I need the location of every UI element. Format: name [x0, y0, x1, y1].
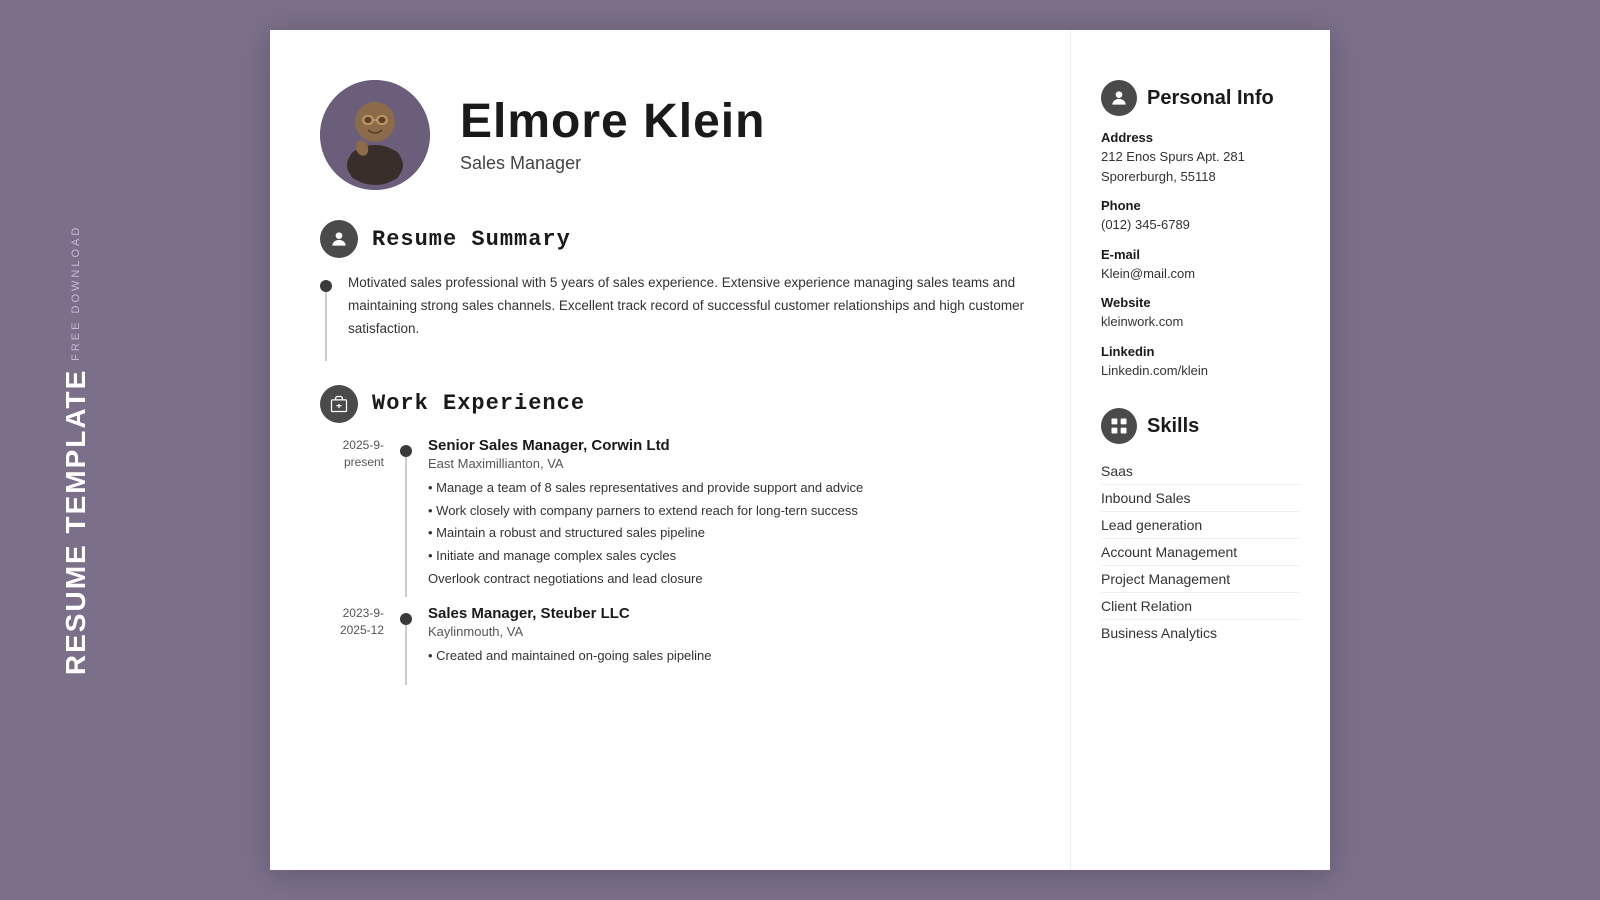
user-icon — [1109, 88, 1129, 108]
resume-summary-icon — [320, 220, 358, 258]
grid-icon — [1109, 416, 1129, 436]
person-icon — [329, 229, 349, 249]
personal-info-header: Personal Info — [1101, 80, 1300, 116]
phone-label: Phone — [1101, 198, 1300, 213]
linkedin-block: Linkedin Linkedin.com/klein — [1101, 344, 1300, 381]
job-2-dot — [400, 613, 412, 625]
skill-item-3: Account Management — [1101, 539, 1300, 566]
summary-text: Motivated sales professional with 5 year… — [348, 272, 1030, 341]
work-experience-header: Work Experience — [320, 385, 1030, 423]
skills-icon — [1101, 408, 1137, 444]
person-name: Elmore Klein — [460, 96, 765, 149]
skill-item-2: Lead generation — [1101, 512, 1300, 539]
job-1-location: East Maximillianton, VA — [428, 456, 1030, 471]
email-label: E-mail — [1101, 247, 1300, 262]
timeline-dot — [320, 280, 332, 292]
job-2-bullets: • Created and maintained on-going sales … — [428, 645, 1030, 668]
person-title: Sales Manager — [460, 153, 765, 174]
skill-item-1: Inbound Sales — [1101, 485, 1300, 512]
avatar — [320, 80, 430, 190]
side-label: FREE DOWNLOAD RESUME TEMPLATE — [60, 225, 92, 676]
timeline-line — [320, 272, 332, 361]
job-2-title: Sales Manager, Steuber LLC — [428, 605, 1030, 622]
linkedin-label: Linkedin — [1101, 344, 1300, 359]
skills-title: Skills — [1147, 415, 1199, 438]
avatar-image — [320, 80, 430, 190]
resume-summary-header: Resume Summary — [320, 220, 1030, 258]
summary-item: Motivated sales professional with 5 year… — [320, 272, 1030, 361]
job-1-row: 2025-9- present Senior Sales Manager, Co… — [320, 437, 1030, 597]
skills-section: Skills Saas Inbound Sales Lead generatio… — [1101, 408, 1300, 646]
website-value: kleinwork.com — [1101, 312, 1300, 332]
skill-item-6: Business Analytics — [1101, 620, 1300, 646]
job-2-location: Kaylinmouth, VA — [428, 624, 1030, 639]
skill-item-4: Project Management — [1101, 566, 1300, 593]
job-1-dot — [400, 445, 412, 457]
personal-info-icon — [1101, 80, 1137, 116]
free-download-label: FREE DOWNLOAD — [70, 225, 82, 361]
address-line1: 212 Enos Spurs Apt. 281 — [1101, 147, 1300, 167]
address-label: Address — [1101, 130, 1300, 145]
resume-summary-title: Resume Summary — [372, 227, 571, 252]
work-experience-section: Work Experience 2025-9- present Senior S… — [320, 385, 1030, 685]
background: FREE DOWNLOAD RESUME TEMPLATE — [0, 0, 1600, 900]
email-block: E-mail Klein@mail.com — [1101, 247, 1300, 284]
work-experience-title: Work Experience — [372, 391, 585, 416]
summary-content: Motivated sales professional with 5 year… — [348, 272, 1030, 361]
summary-timeline: Motivated sales professional with 5 year… — [320, 272, 1030, 361]
name-title-block: Elmore Klein Sales Manager — [460, 96, 765, 174]
sidebar: Personal Info Address 212 Enos Spurs Apt… — [1070, 30, 1330, 870]
email-value: Klein@mail.com — [1101, 264, 1300, 284]
job-1-entry: Senior Sales Manager, Corwin Ltd East Ma… — [428, 437, 1030, 591]
job-2-vert — [405, 625, 407, 685]
job-2-timeline-line — [400, 605, 412, 685]
job-2-date: 2023-9- 2025-12 — [320, 605, 400, 639]
personal-info-section: Personal Info Address 212 Enos Spurs Apt… — [1101, 80, 1300, 380]
resume-paper: Elmore Klein Sales Manager Resume Summar… — [270, 30, 1330, 870]
address-line2: Sporerburgh, 55118 — [1101, 167, 1300, 187]
address-block: Address 212 Enos Spurs Apt. 281 Sporerbu… — [1101, 130, 1300, 186]
website-label: Website — [1101, 295, 1300, 310]
linkedin-value: Linkedin.com/klein — [1101, 361, 1300, 381]
skill-item-5: Client Relation — [1101, 593, 1300, 620]
resume-template-label: RESUME TEMPLATE — [60, 369, 92, 675]
timeline-vert — [325, 292, 327, 361]
resume-summary-section: Resume Summary Motivated sales professio… — [320, 220, 1030, 361]
job-1-date: 2025-9- present — [320, 437, 400, 471]
resume-header: Elmore Klein Sales Manager — [320, 80, 1030, 190]
job-1-vert — [405, 457, 407, 597]
job-2-row: 2023-9- 2025-12 Sales Manager, Steuber L… — [320, 605, 1030, 685]
personal-info-title: Personal Info — [1147, 87, 1274, 110]
website-block: Website kleinwork.com — [1101, 295, 1300, 332]
job-2-entry: Sales Manager, Steuber LLC Kaylinmouth, … — [428, 605, 1030, 668]
skills-header: Skills — [1101, 408, 1300, 444]
building-icon — [329, 394, 349, 414]
skills-list: Saas Inbound Sales Lead generation Accou… — [1101, 458, 1300, 646]
phone-block: Phone (012) 345-6789 — [1101, 198, 1300, 235]
job-1-timeline-line — [400, 437, 412, 597]
phone-value: (012) 345-6789 — [1101, 215, 1300, 235]
job-1-title: Senior Sales Manager, Corwin Ltd — [428, 437, 1030, 454]
main-content: Elmore Klein Sales Manager Resume Summar… — [270, 30, 1070, 870]
skill-item-0: Saas — [1101, 458, 1300, 485]
work-experience-icon — [320, 385, 358, 423]
job-1-bullets: • Manage a team of 8 sales representativ… — [428, 477, 1030, 591]
